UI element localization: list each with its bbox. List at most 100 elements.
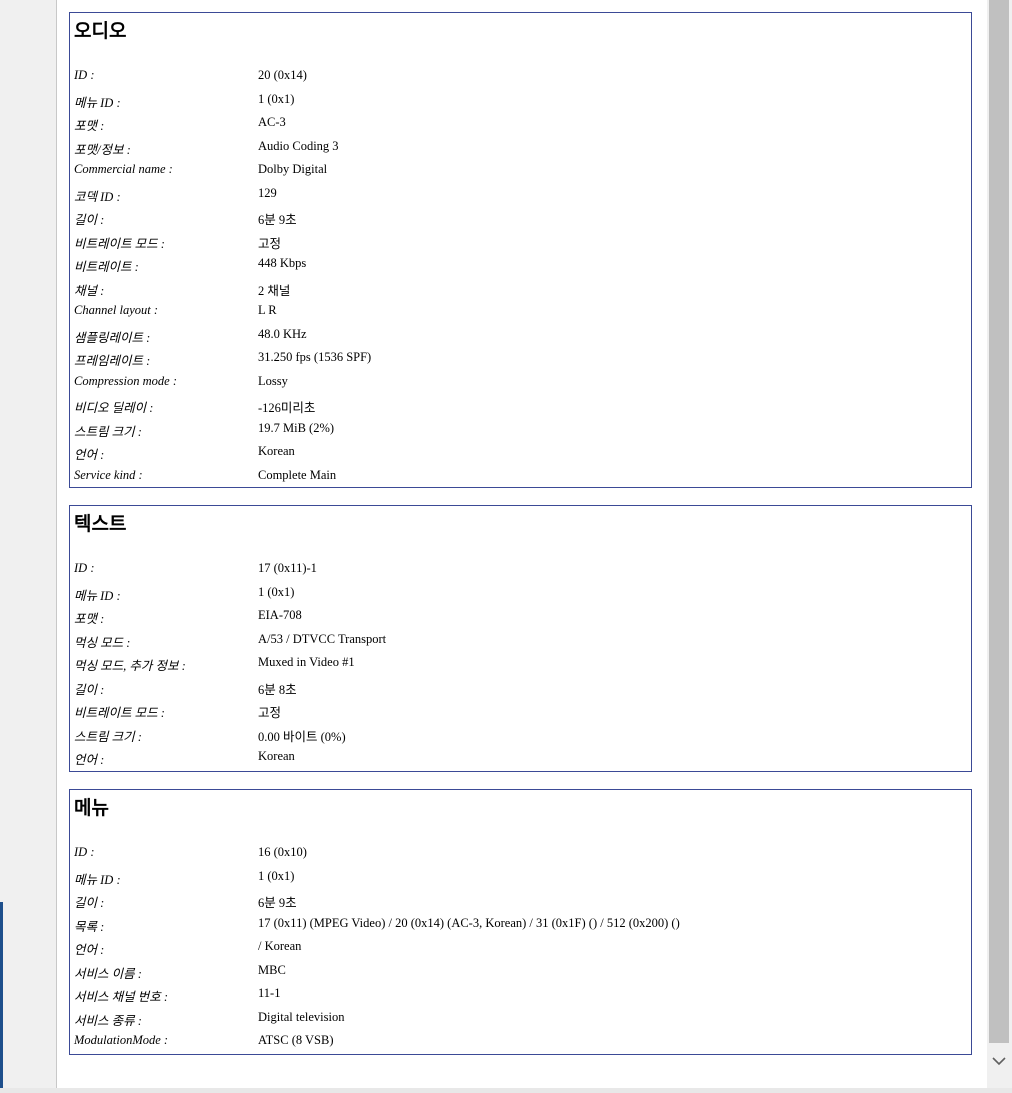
section-title: 텍스트 — [74, 513, 127, 535]
field-value: 11-1 — [258, 986, 281, 1000]
table-row: 서비스 이름 : MBC — [74, 959, 967, 983]
field-label: Commercial name : — [74, 162, 173, 176]
table-row: ID : 16 (0x10) — [74, 841, 967, 865]
chevron-down-icon — [992, 1056, 1006, 1065]
menu-rows: ID : 16 (0x10) 메뉴 ID : 1 (0x1) 길이 : 6분 9초 목록 :… — [74, 841, 967, 1053]
table-row: 서비스 종류 : Digital television — [74, 1006, 967, 1030]
field-value: 1 (0x1) — [258, 91, 295, 106]
field-value: 2 채널 — [258, 283, 291, 298]
field-value: 31.250 fps (1536 SPF) — [258, 350, 372, 364]
field-value: 448 Kbps — [258, 256, 307, 270]
field-value: L R — [258, 303, 277, 317]
table-row: Service kind : Complete Main — [74, 464, 967, 488]
field-value: 20 (0x14) — [258, 68, 307, 82]
table-row: Compression mode : Lossy — [74, 370, 967, 394]
field-value: 48.0 KHz — [258, 326, 307, 341]
table-row: 먹싱 모드 : A/53 / DTVCC Transport — [74, 628, 967, 652]
field-value: A/53 / DTVCC Transport — [258, 631, 387, 646]
left-panel-edge — [0, 0, 57, 1093]
field-value: 6분 9초 — [258, 213, 297, 227]
field-label: 언어 : — [74, 943, 105, 957]
bottom-border — [0, 1088, 1012, 1093]
table-row: 포맷 : AC-3 — [74, 111, 967, 135]
table-row: 포맷/정보 : Audio Coding 3 — [74, 135, 967, 159]
field-label: 메뉴 ID : — [74, 588, 121, 603]
section-title: 오디오 — [74, 20, 127, 42]
report-view: 오디오 ID :20 (0x14) 메뉴 ID :1 (0x1) 포맷 : AC-3 포… — [57, 0, 987, 1089]
table-row: 메뉴 ID : 1 (0x1) — [74, 88, 967, 112]
field-label: 채널 : — [74, 283, 105, 298]
table-row: 서비스 채널 번호 : 11-1 — [74, 982, 967, 1006]
field-label: 스트림 크기 : — [74, 424, 142, 439]
text-rows: ID : 17 (0x11)-1 메뉴 ID : 1 (0x1) 포맷 : EIA-708… — [74, 557, 967, 769]
text-section: 텍스트 ID : 17 (0x11)-1 메뉴 ID : 1 (0x1) 포맷 : EIA… — [69, 505, 972, 772]
field-label: 길이 : — [74, 896, 105, 910]
table-row: Commercial name : Dolby Digital — [74, 158, 967, 182]
field-label: 비트레이트 모드 : — [74, 706, 165, 720]
field-value: MBC — [258, 962, 286, 977]
field-label: 비트레이트 : — [74, 260, 139, 274]
table-row: 비트레이트 : 448 Kbps — [74, 252, 967, 276]
field-label: 서비스 종류 : — [74, 1013, 142, 1028]
table-row: ID : 20 (0x14) — [74, 64, 967, 88]
section-title: 메뉴 — [74, 797, 109, 819]
field-label: 길이 : — [74, 682, 105, 697]
table-row: 길이 : 6분 9초 — [74, 205, 967, 229]
field-label: 샘플링레이트 : — [74, 330, 151, 345]
field-value: Complete Main — [258, 467, 337, 482]
field-value: 129 — [258, 185, 277, 200]
scrollbar-thumb[interactable] — [989, 0, 1009, 1043]
field-value: Digital television — [258, 1009, 345, 1024]
table-row: 먹싱 모드, 추가 정보 : Muxed in Video #1 — [74, 651, 967, 675]
vertical-scrollbar[interactable] — [987, 0, 1012, 1093]
field-value: ATSC (8 VSB) — [258, 1033, 334, 1047]
field-value: 고정 — [258, 236, 282, 251]
field-value: AC-3 — [258, 115, 286, 129]
table-row: 목록 : 17 (0x11) (MPEG Video) / 20 (0x14) (… — [74, 912, 967, 936]
field-label: ID : — [74, 68, 95, 82]
field-value: 17 (0x11)-1 — [258, 561, 317, 575]
scroll-down-button[interactable] — [989, 1050, 1009, 1072]
menu-section: 메뉴 ID : 16 (0x10) 메뉴 ID : 1 (0x1) 길이 : 6분 9초 목… — [69, 789, 972, 1055]
table-row: Channel layout : L R — [74, 299, 967, 323]
field-label: 언어 : — [74, 448, 105, 462]
table-row: 언어 : Korean — [74, 440, 967, 464]
field-value: Lossy — [258, 373, 288, 388]
table-row: 샘플링레이트 : 48.0 KHz — [74, 323, 967, 347]
field-label: 길이 : — [74, 213, 105, 227]
table-row: 비트레이트 모드 : 고정 — [74, 698, 967, 722]
table-row: 스트림 크기 : 19.7 MiB (2%) — [74, 417, 967, 441]
field-value: Muxed in Video #1 — [258, 655, 355, 669]
field-label: 포맷/정보 : — [74, 142, 131, 157]
field-value: 16 (0x10) — [258, 845, 307, 859]
table-row: ID : 17 (0x11)-1 — [74, 557, 967, 581]
table-row: 언어 : Korean — [74, 745, 967, 769]
field-label: Compression mode : — [74, 373, 178, 388]
audio-rows: ID : 20 (0x14) 메뉴 ID : 1 (0x1) 포맷 : AC-3 포맷/정보… — [74, 64, 967, 487]
field-label: ID : — [74, 845, 95, 859]
field-label: 스트림 크기 : — [74, 729, 142, 744]
field-label: 서비스 이름 : — [74, 966, 142, 981]
field-label: 먹싱 모드, 추가 정보 : — [74, 659, 186, 673]
field-label: 비디오 딜레이 : — [74, 401, 154, 415]
table-row: 채널 : 2 채널 — [74, 276, 967, 300]
field-value: / Korean — [258, 939, 302, 953]
field-value: Audio Coding 3 — [258, 138, 339, 153]
field-value: -126미리초 — [258, 401, 316, 415]
table-row: 스트림 크기 : 0.00 바이트 (0%) — [74, 722, 967, 746]
field-label: 목록 : — [74, 919, 105, 934]
field-label: 비트레이트 모드 : — [74, 236, 165, 251]
field-value: 0.00 바이트 (0%) — [258, 729, 346, 744]
field-label: 포맷 : — [74, 119, 105, 133]
field-value: 17 (0x11) (MPEG Video) / 20 (0x14) (AC-3… — [258, 915, 680, 930]
table-row: 포맷 : EIA-708 — [74, 604, 967, 628]
table-row: 비트레이트 모드 : 고정 — [74, 229, 967, 253]
table-row: 비디오 딜레이 : -126미리초 — [74, 393, 967, 417]
field-value: 6분 8초 — [258, 682, 297, 697]
field-label: 메뉴 ID : — [74, 872, 121, 887]
table-row: 길이 : 6분 8초 — [74, 675, 967, 699]
field-label: Service kind : — [74, 467, 143, 482]
field-value: 1 (0x1) — [258, 868, 295, 883]
left-panel-accent — [0, 902, 3, 1093]
field-label: 메뉴 ID : — [74, 95, 121, 110]
